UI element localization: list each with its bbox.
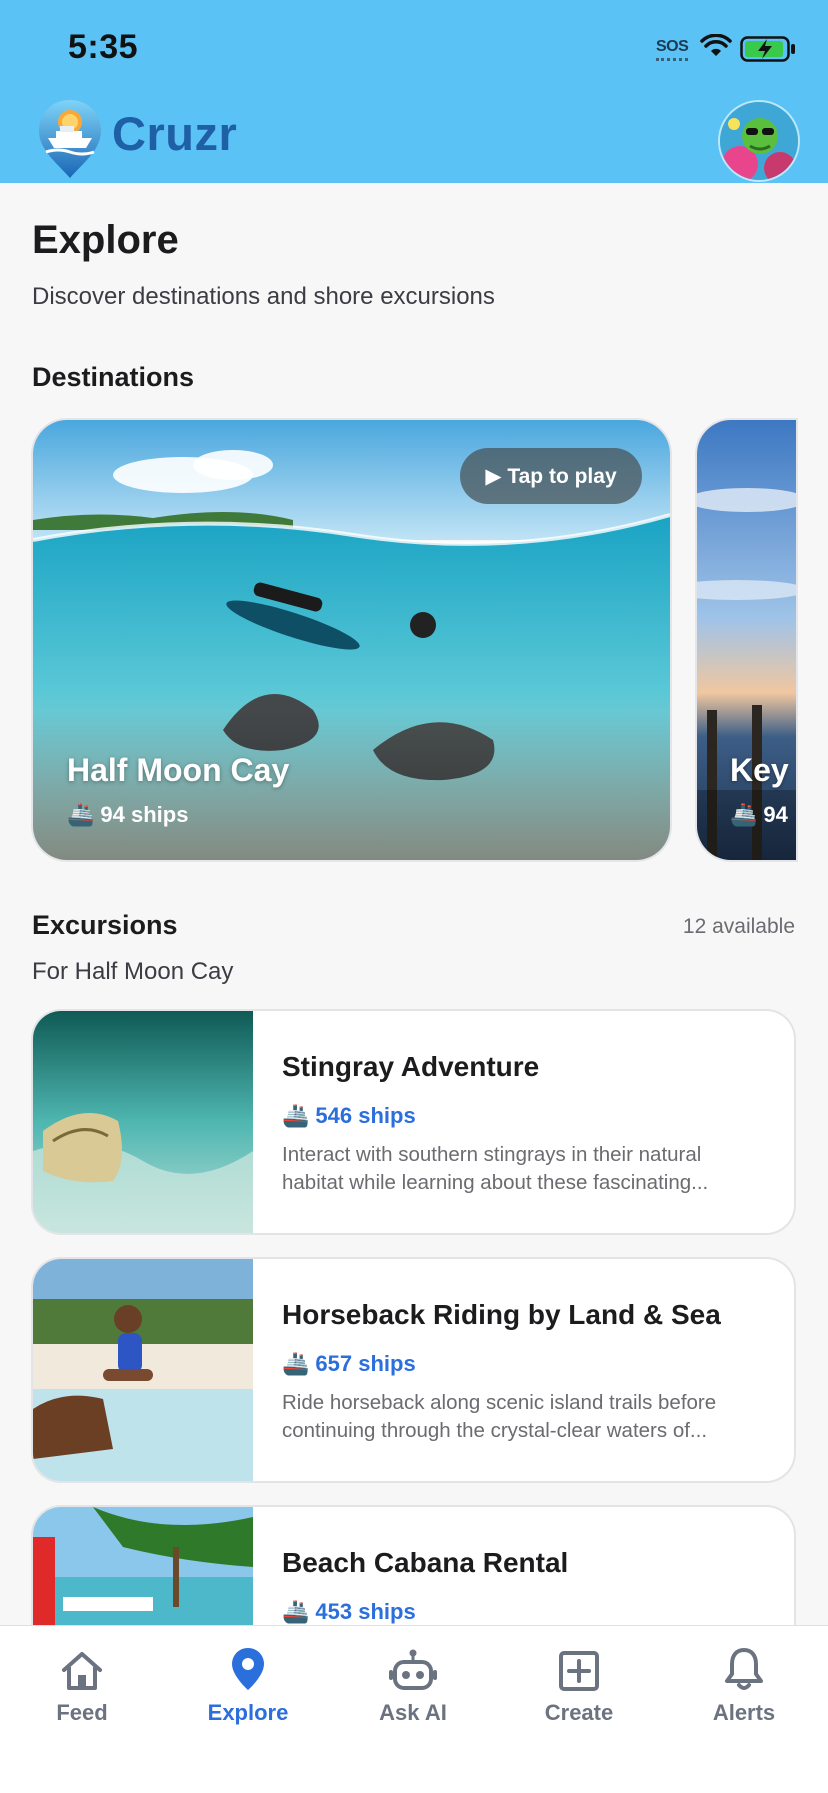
destination-name: Half Moon Cay xyxy=(67,752,290,788)
excursion-ships: 🚢 546 ships xyxy=(282,1103,416,1129)
excursion-title: Horseback Riding by Land & Sea xyxy=(282,1299,721,1330)
ship-icon: 🚢 xyxy=(730,802,758,827)
page-title: Explore xyxy=(32,218,179,262)
status-time: 5:35 xyxy=(68,28,139,66)
excursion-title: Beach Cabana Rental xyxy=(282,1547,569,1578)
tab-label: Feed xyxy=(56,1700,108,1725)
destination-ships-count: 94 xyxy=(763,802,788,827)
description-line: Interact with southern stingrays in thei… xyxy=(282,1143,702,1166)
excursion-ships-count: 546 ships xyxy=(315,1103,416,1128)
app-header: 5:35 SOS Cruzr xyxy=(0,0,828,183)
description-line: habitat while learning about these fasci… xyxy=(282,1171,709,1194)
excursions-available-count: 12 available xyxy=(682,915,795,938)
sos-signal-dots xyxy=(656,58,688,65)
excursion-ships: 🚢 453 ships xyxy=(282,1599,416,1625)
tab-alerts[interactable]: Alerts xyxy=(674,1644,814,1726)
brand-name: Cruzr xyxy=(112,107,238,160)
tab-ask-ai[interactable]: Ask AI xyxy=(343,1644,483,1726)
tab-create[interactable]: Create xyxy=(509,1644,649,1726)
excursion-title: Stingray Adventure xyxy=(282,1051,540,1082)
excursion-card-stingray-adventure[interactable]: Stingray Adventure 🚢 546 ships Interact … xyxy=(33,1011,794,1233)
excursions-heading: Excursions xyxy=(32,910,178,940)
excursion-description: Ride horseback along scenic island trail… xyxy=(282,1389,772,1445)
page-subtitle: Discover destinations and shore excursio… xyxy=(32,283,495,310)
cruzr-logo-icon xyxy=(39,100,101,178)
ship-icon: 🚢 xyxy=(282,1599,310,1624)
excursion-thumbnail xyxy=(33,1259,253,1481)
destination-name: Key xyxy=(730,752,789,788)
excursion-card-horseback-riding[interactable]: Horseback Riding by Land & Sea 🚢 657 shi… xyxy=(33,1259,794,1481)
ship-icon: 🚢 xyxy=(282,1103,310,1128)
description-line: Ride horseback along scenic island trail… xyxy=(282,1391,717,1414)
home-icon xyxy=(62,1652,102,1690)
destination-ships-count: 94 ships xyxy=(100,802,189,827)
tab-label: Explore xyxy=(207,1700,289,1725)
ship-icon: 🚢 xyxy=(282,1351,310,1376)
tab-feed[interactable]: Feed xyxy=(12,1644,152,1726)
wifi-icon xyxy=(700,34,732,56)
profile-avatar[interactable] xyxy=(720,102,798,180)
destination-ships: 🚢 94 ships xyxy=(67,802,188,828)
map-pin-icon xyxy=(232,1648,264,1690)
description-line: continuing through the crystal-clear wat… xyxy=(282,1419,708,1442)
destination-ships: 🚢 94 xyxy=(730,802,788,828)
tab-label: Create xyxy=(544,1700,614,1725)
bell-icon xyxy=(725,1648,763,1690)
excursion-ships-count: 453 ships xyxy=(315,1599,416,1624)
tab-explore[interactable]: Explore xyxy=(178,1644,318,1726)
excursion-description: Interact with southern stingrays in thei… xyxy=(282,1141,772,1197)
battery-charging-icon xyxy=(740,36,795,62)
destinations-heading: Destinations xyxy=(32,362,195,392)
ship-icon: 🚢 xyxy=(67,802,95,827)
tab-label: Ask AI xyxy=(379,1700,447,1725)
tab-label: Alerts xyxy=(712,1700,776,1725)
excursions-for-label: For Half Moon Cay xyxy=(32,958,234,985)
plus-square-icon xyxy=(559,1651,599,1691)
bottom-tab-bar: Feed Explore Ask AI Create Alerts xyxy=(0,1625,828,1793)
tap-to-play-button[interactable]: ▶ Tap to play xyxy=(460,448,642,504)
destination-photo xyxy=(697,420,796,860)
destination-card-key[interactable]: Key 🚢 94 xyxy=(697,420,796,860)
excursion-ships-count: 657 ships xyxy=(315,1351,416,1376)
robot-icon xyxy=(389,1649,437,1690)
sos-indicator: SOS xyxy=(656,38,689,55)
excursion-ships: 🚢 657 ships xyxy=(282,1351,416,1377)
excursion-thumbnail xyxy=(33,1011,253,1233)
